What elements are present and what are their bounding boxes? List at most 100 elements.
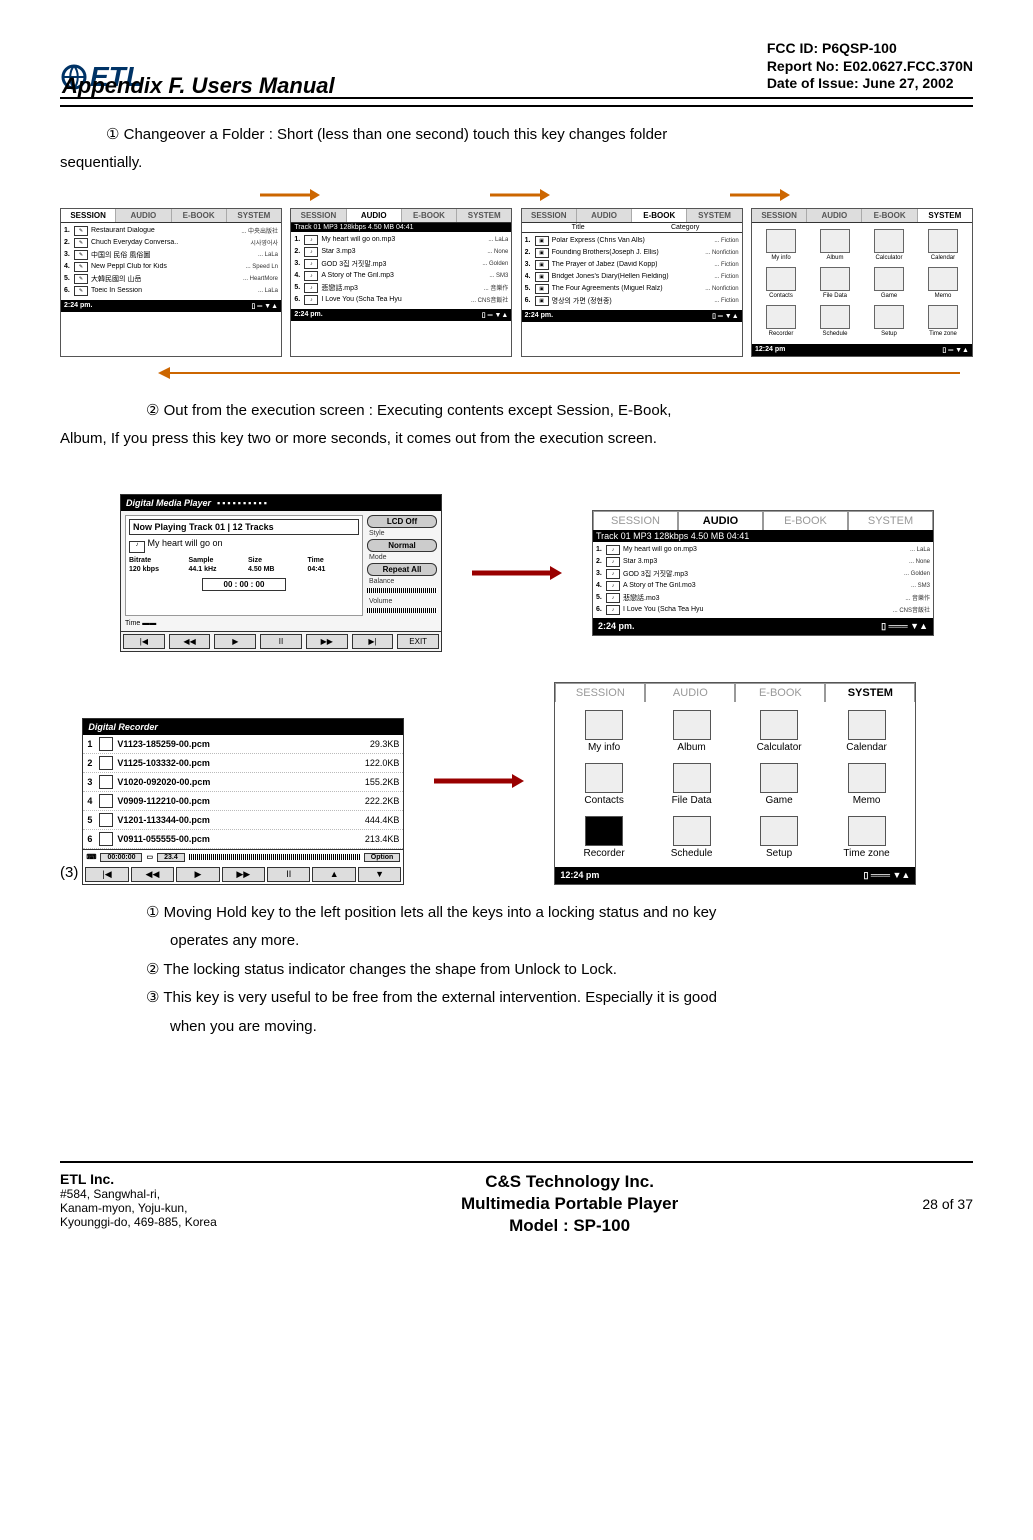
tab-ebook[interactable]: E-BOOK (862, 209, 917, 222)
list-item[interactable]: 2.♪Star 3.mp3... None (294, 246, 508, 258)
tab-system[interactable]: SYSTEM (918, 209, 972, 222)
system-item-game[interactable]: Game (864, 267, 914, 299)
tab-system[interactable]: SYSTEM (825, 683, 915, 702)
system-item-memo[interactable]: Memo (918, 267, 968, 299)
system-item-calculator[interactable]: Calculator (738, 710, 820, 753)
list-item[interactable]: 6.▣명상의 가면 (정현종)... Fiction (525, 295, 739, 307)
tab-ebook[interactable]: E-BOOK (735, 683, 825, 702)
list-item[interactable]: 5.♪悲戀話.mo3... 音樂作 (596, 592, 930, 604)
tab-system[interactable]: SYSTEM (457, 209, 511, 222)
tab-ebook[interactable]: E-BOOK (402, 209, 457, 222)
volume-slider[interactable] (367, 608, 437, 613)
tab-audio[interactable]: AUDIO (577, 209, 632, 222)
prev-button[interactable]: |◀ (85, 867, 128, 882)
list-item[interactable]: 6.♪I Love You (Scha Tea Hyu... CNS音飯社 (294, 294, 508, 306)
system-item-album[interactable]: Album (651, 710, 733, 753)
system-item-schedule[interactable]: Schedule (651, 816, 733, 859)
forward-button[interactable]: ▶▶ (222, 867, 265, 882)
lcd-off-button[interactable]: LCD Off (367, 515, 437, 528)
list-item[interactable]: 6.✎Toeic In Session... LaLa (64, 285, 278, 297)
system-item-filedata[interactable]: File Data (651, 763, 733, 806)
system-item-calendar[interactable]: Calendar (918, 229, 968, 261)
list-item[interactable]: 3.♪GOD 3집 거짓말.mp3... Golden (596, 568, 930, 580)
list-item[interactable]: 5.▣The Four Agreements (Miguel Ralz)... … (525, 283, 739, 295)
balance-slider[interactable] (367, 588, 437, 593)
tab-session[interactable]: SESSION (291, 209, 346, 222)
system-item-setup[interactable]: Setup (864, 305, 914, 337)
tab-session[interactable]: SESSION (752, 209, 807, 222)
tab-system[interactable]: SYSTEM (848, 511, 933, 530)
system-item-recorder[interactable]: Recorder (756, 305, 806, 337)
rewind-button[interactable]: ◀◀ (131, 867, 174, 882)
tab-system[interactable]: SYSTEM (227, 209, 281, 222)
list-item[interactable]: 3.♪GOD 3집 거짓말.mp3... Golden (294, 258, 508, 270)
list-item[interactable]: 4.✎New Peppl Club for Kids... Speed Ln (64, 261, 278, 273)
list-item[interactable]: 3.▣The Prayer of Jabez (David Kopp)... F… (525, 259, 739, 271)
rewind-button[interactable]: ◀◀ (169, 634, 211, 649)
option-button[interactable]: Option (364, 853, 401, 862)
forward-button[interactable]: ▶▶ (306, 634, 348, 649)
recorder-item[interactable]: 4V0909-112210-00.pcm222.2KB (83, 792, 403, 811)
system-item-contacts[interactable]: Contacts (756, 267, 806, 299)
system-item-contacts[interactable]: Contacts (563, 763, 645, 806)
system-item-memo[interactable]: Memo (826, 763, 908, 806)
system-item-filedata[interactable]: File Data (810, 267, 860, 299)
next-track-button[interactable]: ▶| (352, 634, 394, 649)
system-item-myinfo[interactable]: My info (756, 229, 806, 261)
tab-audio[interactable]: AUDIO (645, 683, 735, 702)
system-item-calculator[interactable]: Calculator (864, 229, 914, 261)
exit-button[interactable]: EXIT (397, 634, 439, 649)
tab-audio[interactable]: AUDIO (347, 209, 402, 222)
list-item[interactable]: 5.✎大韓民國의 山岳... HeartMore (64, 273, 278, 285)
list-item[interactable]: 3.✎中国의 民俗 風俗圖... LaLa (64, 249, 278, 261)
up-button[interactable]: ▲ (312, 867, 355, 882)
tab-ebook[interactable]: E-BOOK (172, 209, 227, 222)
system-item-album[interactable]: Album (810, 229, 860, 261)
list-item[interactable]: 5.♪悲戀話.mp3... 音樂作 (294, 282, 508, 294)
play-button[interactable]: ▶ (214, 634, 256, 649)
list-item[interactable]: 4.♪A Story of The Gril.mp3... SM3 (294, 270, 508, 282)
system-item-recorder[interactable]: Recorder (563, 816, 645, 859)
system-item-timezone[interactable]: Time zone (918, 305, 968, 337)
prev-track-button[interactable]: |◀ (123, 634, 165, 649)
list-item[interactable]: 2.▣Founding Brothers(Joseph J. Ellis)...… (525, 247, 739, 259)
list-item[interactable]: 6.♪I Love You (Scha Tea Hyu... CNS音飯社 (596, 604, 930, 616)
system-item-myinfo[interactable]: My info (563, 710, 645, 753)
system-item-schedule[interactable]: Schedule (810, 305, 860, 337)
system-item-calendar[interactable]: Calendar (826, 710, 908, 753)
list-item[interactable]: 1.♪My heart will go on.mp3... LaLa (294, 234, 508, 246)
tab-audio[interactable]: AUDIO (807, 209, 862, 222)
list-item[interactable]: 2.✎Chuch Everyday Conversa..시사영어사 (64, 237, 278, 249)
tab-ebook[interactable]: E-BOOK (763, 511, 848, 530)
repeat-button[interactable]: Repeat All (367, 563, 437, 576)
tab-audio[interactable]: AUDIO (678, 511, 763, 530)
progress-bar[interactable] (189, 854, 360, 860)
list-item[interactable]: 1.▣Polar Express (Chris Van Alls)... Fic… (525, 235, 739, 247)
list-item[interactable]: 4.♪A Story of The Gril.mo3... SM3 (596, 580, 930, 592)
system-item-setup[interactable]: Setup (738, 816, 820, 859)
pause-button[interactable]: II (267, 867, 310, 882)
recorder-item[interactable]: 2V1125-103332-00.pcm122.0KB (83, 754, 403, 773)
recorder-item[interactable]: 6V0911-055555-00.pcm213.4KB (83, 830, 403, 849)
tab-session[interactable]: SESSION (555, 683, 645, 702)
list-item[interactable]: 1.✎Restaurant Dialogue... 中央出版社 (64, 225, 278, 237)
list-item[interactable]: 4.▣Bridget Jones's Diary(Hellen Fielding… (525, 271, 739, 283)
pause-button[interactable]: II (260, 634, 302, 649)
tab-session[interactable]: SESSION (61, 209, 116, 222)
system-item-game[interactable]: Game (738, 763, 820, 806)
recorder-item[interactable]: 5V1201-113344-00.pcm444.4KB (83, 811, 403, 830)
tab-ebook[interactable]: E-BOOK (632, 209, 687, 222)
tab-system[interactable]: SYSTEM (687, 209, 741, 222)
list-item[interactable]: 2.♪Star 3.mp3... None (596, 556, 930, 568)
tab-session[interactable]: SESSION (522, 209, 577, 222)
tab-audio[interactable]: AUDIO (116, 209, 171, 222)
normal-button[interactable]: Normal (367, 539, 437, 552)
keyboard-icon[interactable]: ⌨ (86, 853, 96, 861)
system-item-timezone[interactable]: Time zone (826, 816, 908, 859)
recorder-item[interactable]: 3V1020-092020-00.pcm155.2KB (83, 773, 403, 792)
recorder-item[interactable]: 1V1123-185259-00.pcm29.3KB (83, 735, 403, 754)
tab-session[interactable]: SESSION (593, 511, 678, 530)
down-button[interactable]: ▼ (358, 867, 401, 882)
list-item[interactable]: 1.♪My heart will go on.mp3... LaLa (596, 544, 930, 556)
play-button[interactable]: ▶ (176, 867, 219, 882)
